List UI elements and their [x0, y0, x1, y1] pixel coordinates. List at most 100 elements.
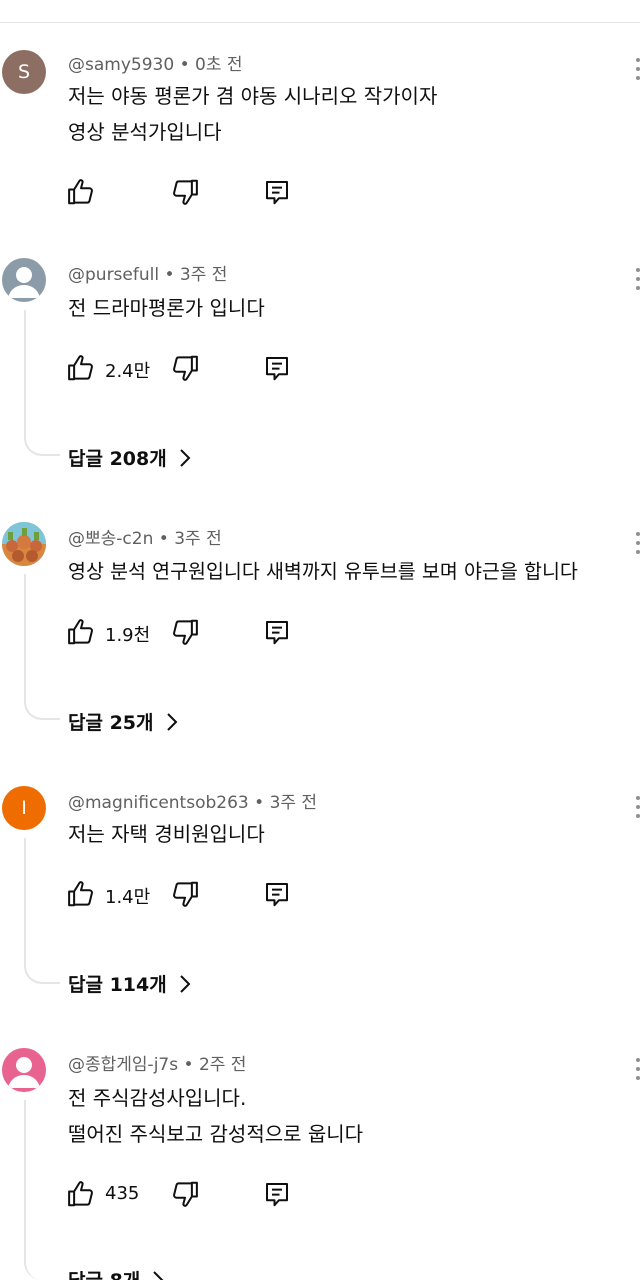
avatar[interactable]: I [2, 786, 46, 830]
like-button[interactable]: 435 [66, 1174, 139, 1214]
reply-thread-line [24, 1100, 60, 1280]
reply-button[interactable] [262, 348, 292, 388]
more-vertical-icon[interactable] [632, 796, 640, 820]
meta-separator: • [174, 55, 196, 75]
thumbs-down-icon [173, 355, 198, 381]
top-divider [0, 22, 640, 23]
dislike-button[interactable] [170, 172, 200, 212]
meta-separator: • [178, 1055, 199, 1075]
avatar[interactable] [2, 522, 46, 566]
comment-item: @뽀송-c2n • 3주 전 영상 분석 연구원입니다 새벽까지 유투브를 보며… [0, 522, 640, 752]
comment-actions [66, 172, 306, 212]
reply-comment-icon [266, 181, 288, 205]
replies-count: 답글 114개 [68, 974, 167, 996]
reply-button[interactable] [262, 1174, 292, 1214]
thumbs-up-icon [68, 619, 93, 645]
comment-text-line: 영상 분석 연구원입니다 새벽까지 유투브를 보며 야근을 합니다 [68, 560, 578, 583]
avatar-image [2, 522, 46, 566]
like-button[interactable]: 1.4만 [66, 874, 150, 914]
dislike-button[interactable] [170, 612, 200, 652]
thumbs-up-icon [68, 179, 93, 205]
like-button[interactable]: 2.4만 [66, 348, 150, 388]
avatar[interactable] [2, 1048, 46, 1092]
reply-thread-line [24, 310, 60, 456]
avatar[interactable] [2, 258, 46, 302]
like-count: 1.4만 [105, 887, 151, 908]
more-vertical-icon[interactable] [632, 268, 640, 292]
person-silhouette-icon [8, 267, 40, 298]
meta-separator: • [159, 265, 180, 285]
comment-time[interactable]: 2주 전 [199, 1055, 247, 1075]
like-count: 435 [105, 1183, 140, 1204]
comment-author[interactable]: @종합게임-j7s [68, 1055, 178, 1075]
comment-text-line: 저는 야동 평론가 겸 야동 시나리오 작가이자 [68, 84, 438, 108]
comment-author[interactable]: @pursefull [68, 265, 159, 285]
view-replies-button[interactable]: 답글 25개 [68, 708, 178, 735]
comment-item: @pursefull • 3주 전 전 드라마평론가 입니다 2.4만 답글 2… [0, 258, 640, 488]
thumbs-down-icon [173, 881, 198, 907]
thumbs-down-icon [173, 619, 198, 645]
chevron-right-icon [166, 712, 177, 731]
like-button[interactable] [66, 172, 96, 212]
view-replies-button[interactable]: 답글 8개 [68, 1266, 164, 1280]
comment-actions: 2.4만 [66, 348, 306, 388]
comment-meta: @종합게임-j7s • 2주 전 [68, 1050, 246, 1075]
comment-meta: @samy5930 • 0초 전 [68, 50, 243, 75]
thumbs-up-icon [68, 1181, 93, 1207]
reply-button[interactable] [262, 172, 292, 212]
thumbs-down-icon [173, 179, 198, 205]
dislike-button[interactable] [170, 348, 200, 388]
comment-author[interactable]: @magnificentsob263 [68, 793, 249, 813]
reply-comment-icon [266, 357, 288, 381]
reply-comment-icon [266, 621, 288, 645]
comment-author[interactable]: @뽀송-c2n [68, 529, 153, 549]
replies-count: 답글 8개 [68, 1266, 140, 1280]
comment-text-line: 영상 분석가입니다 [68, 120, 222, 144]
comment-meta: @뽀송-c2n • 3주 전 [68, 524, 222, 549]
like-count: 2.4만 [105, 361, 151, 382]
like-count: 1.9천 [105, 625, 151, 646]
comment-time[interactable]: 3주 전 [270, 793, 318, 813]
thumbs-up-icon [68, 355, 93, 381]
comment-text-line: 전 드라마평론가 입니다 [68, 296, 265, 320]
person-silhouette-icon [8, 1057, 40, 1088]
meta-separator: • [153, 529, 175, 549]
comment-text-line: 떨어진 주식보고 감성적으로 웁니다 [68, 1122, 364, 1146]
dislike-button[interactable] [170, 1174, 200, 1214]
avatar[interactable]: S [2, 50, 46, 94]
comment-item: I @magnificentsob263 • 3주 전 저는 자택 경비원입니다… [0, 786, 640, 1016]
comment-time[interactable]: 3주 전 [180, 265, 228, 285]
comment-text-line: 전 주식감성사입니다. [68, 1086, 247, 1110]
chevron-right-icon [153, 1270, 164, 1280]
comment-actions: 1.9천 [66, 612, 306, 652]
reply-button[interactable] [262, 612, 292, 652]
replies-count: 답글 208개 [68, 448, 167, 470]
more-vertical-icon[interactable] [632, 1058, 640, 1082]
reply-thread-line [24, 574, 60, 720]
comment-meta: @magnificentsob263 • 3주 전 [68, 788, 317, 813]
replies-count: 답글 25개 [68, 712, 154, 734]
comment-text-line: 저는 자택 경비원입니다 [68, 822, 265, 846]
reply-comment-icon [266, 883, 288, 907]
reply-thread-line [24, 838, 60, 984]
chevron-right-icon [180, 974, 191, 993]
comment-author[interactable]: @samy5930 [68, 55, 174, 75]
view-replies-button[interactable]: 답글 208개 [68, 444, 191, 471]
reply-comment-icon [266, 1183, 288, 1207]
avatar-letter: I [21, 797, 27, 819]
comment-meta: @pursefull • 3주 전 [68, 260, 227, 285]
reply-button[interactable] [262, 874, 292, 914]
comment-item: @종합게임-j7s • 2주 전 전 주식감성사입니다. 떨어진 주식보고 감성… [0, 1048, 640, 1280]
thumbs-down-icon [173, 1181, 198, 1207]
more-vertical-icon[interactable] [632, 532, 640, 556]
meta-separator: • [248, 793, 270, 813]
more-vertical-icon[interactable] [632, 58, 640, 82]
comment-actions: 435 [66, 1174, 306, 1214]
dislike-button[interactable] [170, 874, 200, 914]
comment-time[interactable]: 0초 전 [195, 55, 243, 75]
comment-item: S @samy5930 • 0초 전 저는 야동 평론가 겸 야동 시나리오 작… [0, 48, 640, 228]
comment-actions: 1.4만 [66, 874, 306, 914]
view-replies-button[interactable]: 답글 114개 [68, 970, 191, 997]
like-button[interactable]: 1.9천 [66, 612, 150, 652]
comment-time[interactable]: 3주 전 [174, 529, 222, 549]
